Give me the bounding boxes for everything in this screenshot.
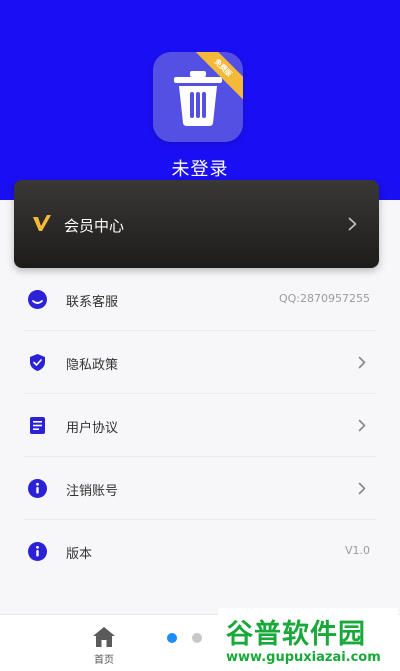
- shield-icon: [30, 354, 45, 371]
- tab-home-label: 首页: [94, 655, 114, 666]
- document-icon: [30, 417, 45, 434]
- login-status[interactable]: 未登录: [0, 155, 400, 181]
- menu-item-label: 注销账号: [66, 484, 119, 499]
- watermark-title: 谷普软件园: [226, 619, 366, 650]
- watermark-logo: 谷普软件园 www.gupuxiazai.com: [218, 608, 398, 671]
- menu-item-delete-account[interactable]: 注销账号: [24, 457, 376, 520]
- menu-item-label: 联系客服: [66, 295, 119, 310]
- menu-item-label: 隐私政策: [66, 358, 119, 373]
- trash-icon: [174, 71, 222, 126]
- tab-home[interactable]: 首页: [84, 625, 124, 670]
- home-icon: [93, 627, 115, 647]
- vip-center-label: 会员中心: [64, 217, 125, 235]
- menu-item-version[interactable]: 版本 V1.0: [24, 520, 376, 583]
- vip-v-icon: [33, 215, 51, 231]
- headset-icon: [28, 290, 47, 309]
- chevron-right-icon: [358, 419, 366, 432]
- menu-item-privacy-policy[interactable]: 隐私政策: [24, 331, 376, 394]
- settings-list: 联系客服 QQ:2870957255 隐私政策 用户协议 注销账号 版本 V1.…: [0, 268, 400, 583]
- menu-item-contact-service[interactable]: 联系客服 QQ:2870957255: [24, 268, 376, 331]
- watermark-url: www.gupuxiazai.com: [226, 650, 381, 665]
- menu-item-label: 用户协议: [66, 421, 119, 436]
- chevron-right-icon: [358, 356, 366, 369]
- contact-qq-value: QQ:2870957255: [278, 292, 370, 305]
- app-logo: 免费版: [153, 52, 243, 142]
- info-icon: [28, 542, 47, 561]
- chevron-right-icon: [348, 217, 357, 231]
- chevron-right-icon: [358, 482, 366, 495]
- version-value: V1.0: [344, 544, 370, 557]
- vip-center-card[interactable]: 会员中心: [14, 180, 379, 268]
- page-indicator-dot: [192, 633, 202, 643]
- menu-item-user-agreement[interactable]: 用户协议: [24, 394, 376, 457]
- info-icon: [28, 479, 47, 498]
- menu-item-label: 版本: [66, 547, 93, 562]
- page-indicator-dot-active: [167, 633, 177, 643]
